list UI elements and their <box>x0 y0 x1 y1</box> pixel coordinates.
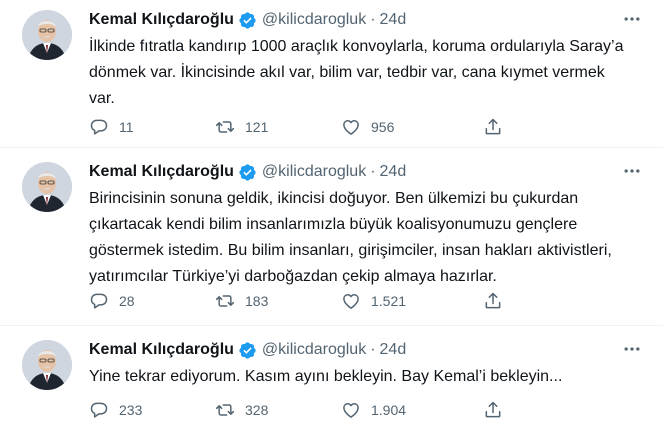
tweet-actions: 28 183 1.521 <box>89 289 569 313</box>
avatar-image <box>22 340 72 390</box>
like-button[interactable]: 1.521 <box>341 291 467 311</box>
avatar-image <box>22 10 72 60</box>
verified-badge-icon <box>239 341 256 359</box>
reply-count: 28 <box>119 293 135 309</box>
verified-badge-icon <box>239 163 256 181</box>
retweet-icon <box>215 121 235 133</box>
avatar[interactable] <box>22 340 72 390</box>
tweet-timestamp[interactable]: 24d <box>380 340 407 360</box>
reply-icon <box>90 119 108 135</box>
tweet-header: Kemal Kılıçdaroğlu @kilicdarogluk · 24d <box>89 162 406 182</box>
author-handle[interactable]: @kilicdarogluk <box>262 340 366 360</box>
like-icon <box>343 120 359 135</box>
share-button[interactable] <box>483 400 503 420</box>
author-name[interactable]: Kemal Kılıçdaroğlu <box>89 340 234 360</box>
more-options-button[interactable] <box>619 8 645 30</box>
retweet-icon <box>215 404 235 416</box>
retweet-count: 183 <box>245 293 269 309</box>
avatar[interactable] <box>22 10 72 60</box>
avatar-image <box>22 162 72 212</box>
author-name[interactable]: Kemal Kılıçdaroğlu <box>89 162 234 182</box>
tweet-actions: 11 121 956 <box>89 115 569 139</box>
verified-badge-icon <box>239 11 256 29</box>
tweet-timestamp[interactable]: 24d <box>380 10 407 30</box>
like-icon <box>343 294 359 309</box>
reply-button[interactable]: 11 <box>89 117 215 137</box>
tweet-header: Kemal Kılıçdaroğlu @kilicdarogluk · 24d <box>89 340 406 360</box>
tweet-timestamp[interactable]: 24d <box>380 162 407 182</box>
retweet-count: 121 <box>245 119 269 135</box>
more-options-icon <box>624 347 640 351</box>
reply-icon <box>90 293 108 309</box>
tweet-feed: Kemal Kılıçdaroğlu @kilicdarogluk · 24d … <box>0 0 663 440</box>
tweet[interactable]: Kemal Kılıçdaroğlu @kilicdarogluk · 24d … <box>0 0 663 148</box>
reply-button[interactable]: 28 <box>89 291 215 311</box>
tweet-text: İlkinde fıtratla kandırıp 1000 araçlık k… <box>89 38 624 107</box>
retweet-button[interactable]: 328 <box>215 400 341 420</box>
like-count: 1.521 <box>371 293 407 309</box>
avatar[interactable] <box>22 162 72 212</box>
reply-button[interactable]: 233 <box>89 400 215 420</box>
tweet-text: Birincisinin sonuna geldik, ikincisi doğ… <box>89 190 612 285</box>
reply-icon <box>90 402 108 418</box>
reply-count: 233 <box>119 402 143 418</box>
like-count: 956 <box>371 119 395 135</box>
retweet-button[interactable]: 183 <box>215 291 341 311</box>
share-button[interactable] <box>483 117 503 137</box>
like-count: 1.904 <box>371 402 407 418</box>
author-handle[interactable]: @kilicdarogluk <box>262 162 366 182</box>
like-button[interactable]: 956 <box>341 117 467 137</box>
tweet-header: Kemal Kılıçdaroğlu @kilicdarogluk · 24d <box>89 10 406 30</box>
author-name[interactable]: Kemal Kılıçdaroğlu <box>89 10 234 30</box>
like-icon <box>343 403 359 418</box>
more-options-icon <box>624 169 640 173</box>
tweet-actions: 233 328 1.904 <box>89 398 569 422</box>
share-button[interactable] <box>483 291 503 311</box>
share-icon <box>485 118 501 135</box>
reply-count: 11 <box>119 119 134 135</box>
more-options-button[interactable] <box>619 160 645 182</box>
retweet-count: 328 <box>245 402 269 418</box>
author-handle[interactable]: @kilicdarogluk <box>262 10 366 30</box>
like-button[interactable]: 1.904 <box>341 400 467 420</box>
share-icon <box>485 292 501 309</box>
tweet[interactable]: Kemal Kılıçdaroğlu @kilicdarogluk · 24d … <box>0 330 663 440</box>
share-icon <box>485 401 501 418</box>
more-options-button[interactable] <box>619 338 645 360</box>
tweet-text: Yine tekrar ediyorum. Kasım ayını bekley… <box>89 368 563 385</box>
separator: · <box>370 11 376 28</box>
tweet[interactable]: Kemal Kılıçdaroğlu @kilicdarogluk · 24d … <box>0 152 663 326</box>
separator: · <box>370 341 376 358</box>
separator: · <box>370 163 376 180</box>
retweet-button[interactable]: 121 <box>215 117 341 137</box>
more-options-icon <box>624 17 640 21</box>
retweet-icon <box>215 295 235 307</box>
